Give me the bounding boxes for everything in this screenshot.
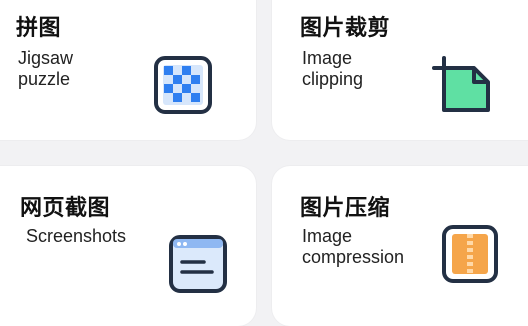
tool-title: 图片压缩 bbox=[300, 196, 391, 221]
tool-subtitle: Image compression bbox=[302, 226, 405, 267]
zip-compress-icon bbox=[440, 224, 500, 284]
tool-card-screenshots[interactable]: 网页截图 Screenshots bbox=[0, 166, 256, 326]
tool-title: 拼图 bbox=[16, 16, 62, 41]
tool-subtitle: Screenshots bbox=[26, 226, 127, 246]
tool-title: 网页截图 bbox=[20, 196, 111, 221]
tool-title: 图片裁剪 bbox=[300, 16, 391, 41]
tool-card-image-compression[interactable]: 图片压缩 Image compression bbox=[272, 166, 528, 326]
tool-subtitle: Jigsaw puzzle bbox=[18, 48, 74, 89]
tool-card-image-clipping[interactable]: 图片裁剪 Image clipping bbox=[272, 0, 528, 140]
jigsaw-puzzle-icon bbox=[154, 56, 212, 114]
crop-icon bbox=[430, 54, 494, 118]
tool-card-jigsaw-puzzle[interactable]: 拼图 Jigsaw puzzle bbox=[0, 0, 256, 140]
tool-subtitle: Image clipping bbox=[302, 48, 364, 89]
webpage-screenshot-icon bbox=[168, 234, 228, 294]
